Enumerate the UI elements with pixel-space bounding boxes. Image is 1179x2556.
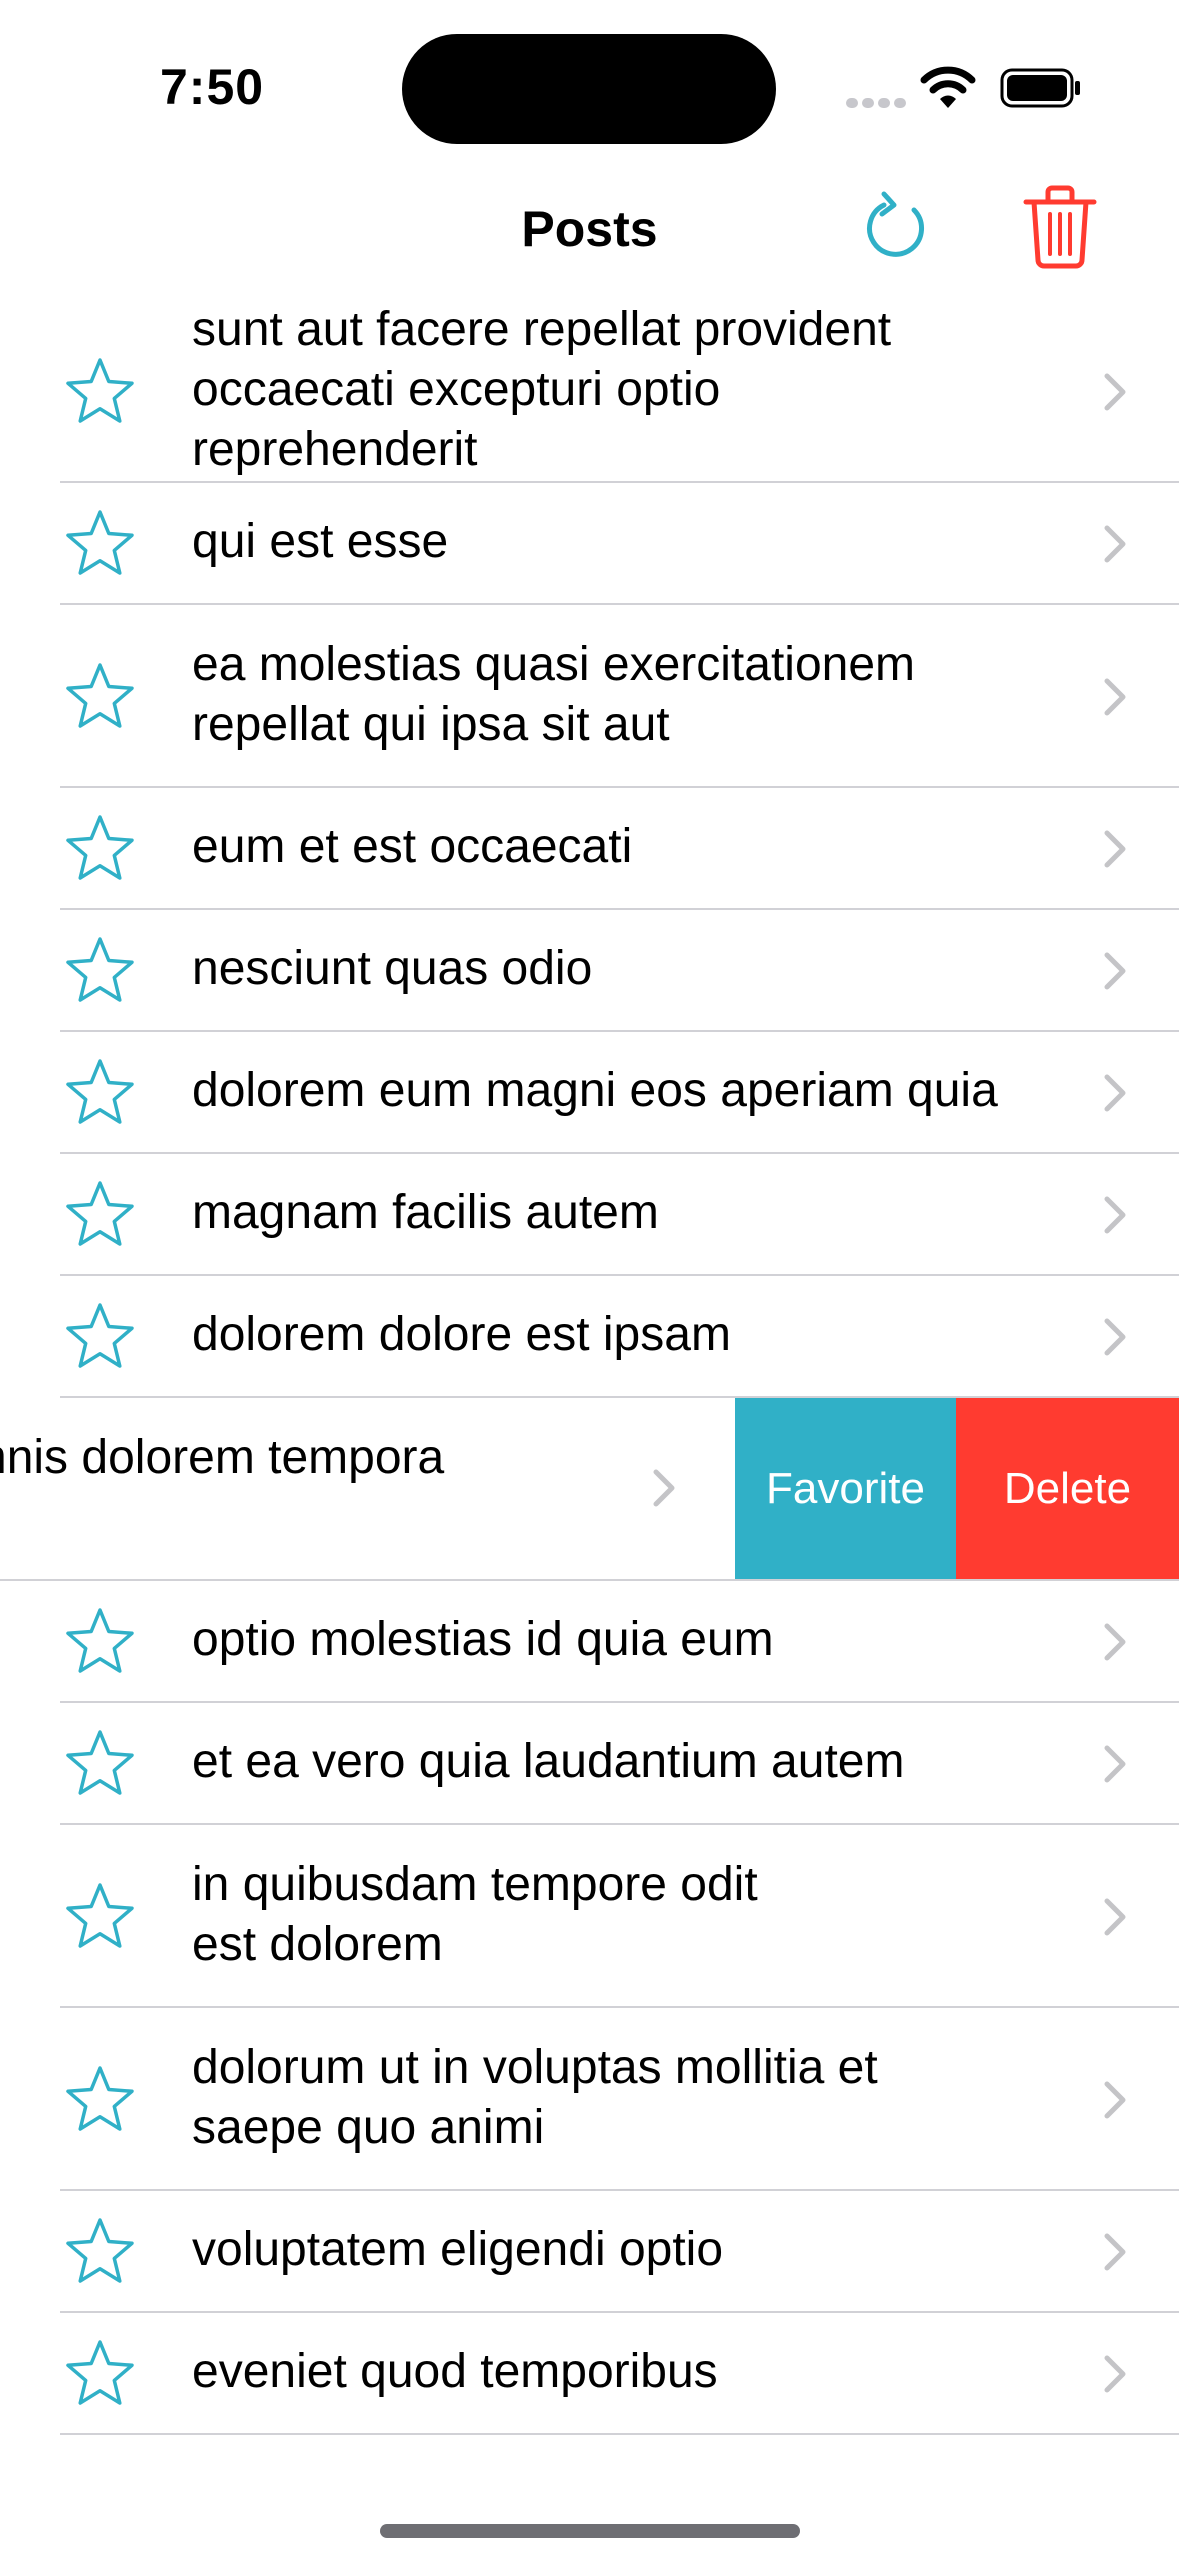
title-line: sunt aut facere repellat provident [192, 303, 892, 356]
title-line: et ea vero quia laudantium autem [192, 1735, 905, 1788]
star-outline-icon[interactable] [62, 1726, 138, 1802]
list-item-title: voluptatem eligendi optio [192, 2220, 1069, 2280]
chevron-right-icon [1101, 1742, 1129, 1786]
list-item-title: eveniet quod temporibus [192, 2342, 1069, 2402]
chevron-right-icon [1101, 675, 1129, 719]
home-indicator[interactable] [380, 2524, 800, 2538]
star-outline-icon[interactable] [62, 1299, 138, 1375]
list-item-title: ea molestias quasi exercitationem repella… [192, 635, 1069, 755]
title-line: dolorem eum magni eos aperiam quia [192, 1064, 998, 1117]
title-line: occaecati excepturi optio [192, 363, 721, 416]
list-item[interactable]: nesciunt quas odio [0, 910, 1179, 1032]
list-item[interactable]: sunt aut facere repellat provident occaec… [0, 300, 1179, 483]
chevron-right-icon [1101, 1071, 1129, 1115]
posts-list: sunt aut facere repellat provident occaec… [0, 300, 1179, 2435]
trash-icon[interactable] [1022, 184, 1098, 270]
wifi-icon [920, 66, 976, 108]
title-line: est dolorem [192, 1918, 443, 1971]
list-item[interactable]: qui est esse [0, 483, 1179, 605]
chevron-right-icon [1101, 2078, 1129, 2122]
battery-icon [1000, 68, 1080, 108]
status-time: 7:50 [160, 59, 265, 115]
title-line: nesciunt quas odio [192, 942, 593, 995]
chevron-right-icon [1101, 949, 1129, 993]
list-item[interactable]: optio molestias id quia eum [0, 1581, 1179, 1703]
star-outline-icon[interactable] [62, 354, 138, 430]
list-item-title: sunt aut facere repellat provident occaec… [192, 300, 1069, 480]
page-title: Posts [521, 201, 658, 257]
list-item-title: dolorem dolore est ipsam [192, 1305, 1069, 1365]
list-item-title: optio molestias id quia eum [192, 1610, 1069, 1670]
refresh-icon[interactable] [858, 188, 938, 268]
title-line: ea molestias quasi exercitationem [192, 638, 916, 691]
chevron-right-icon [1101, 522, 1129, 566]
chevron-right-icon [1101, 2352, 1129, 2396]
list-item-title: nesciunt quas odio [192, 939, 1069, 999]
title-line: eveniet quod temporibus [192, 2345, 718, 2398]
list-item-title: dolorum ut in voluptas mollitia et saepe … [192, 2038, 1069, 2158]
dynamic-island [402, 34, 776, 144]
title-line: tium [0, 1488, 644, 1548]
list-item-title: re omnis dolorem temporatium [0, 1428, 644, 1548]
chevron-right-icon [650, 1466, 678, 1510]
list-item[interactable]: dolorum ut in voluptas mollitia et saepe … [0, 2008, 1179, 2191]
title-line: dolorem dolore est ipsam [192, 1308, 731, 1361]
chevron-right-icon [1101, 370, 1129, 414]
star-outline-icon[interactable] [62, 1055, 138, 1131]
status-bar: 7:50 [0, 0, 1179, 170]
list-item[interactable]: voluptatem eligendi optio [0, 2191, 1179, 2313]
title-line: magnam facilis autem [192, 1186, 659, 1239]
list-item[interactable]: et ea vero quia laudantium autem [0, 1703, 1179, 1825]
list-item-title: eum et est occaecati [192, 817, 1069, 877]
star-outline-icon[interactable] [62, 1879, 138, 1955]
list-item[interactable]: in quibusdam tempore odit est dolorem [0, 1825, 1179, 2008]
chevron-right-icon [1101, 827, 1129, 871]
list-item[interactable]: ea molestias quasi exercitationem repella… [0, 605, 1179, 788]
navigation-bar: Posts [0, 170, 1179, 290]
list-item-title: dolorem eum magni eos aperiam quia [192, 1061, 1069, 1121]
list-item[interactable]: dolorem eum magni eos aperiam quia [0, 1032, 1179, 1154]
chevron-right-icon [1101, 1315, 1129, 1359]
list-item-title: et ea vero quia laudantium autem [192, 1732, 1069, 1792]
list-item-title: qui est esse [192, 512, 1069, 572]
star-outline-icon[interactable] [62, 811, 138, 887]
list-item[interactable]: eum et est occaecati [0, 788, 1179, 910]
title-line: optio molestias id quia eum [192, 1613, 774, 1666]
star-outline-icon[interactable] [62, 1177, 138, 1253]
list-item[interactable]: eveniet quod temporibus [0, 2313, 1179, 2435]
star-outline-icon[interactable] [62, 659, 138, 735]
star-outline-icon[interactable] [62, 506, 138, 582]
chevron-right-icon [1101, 1620, 1129, 1664]
star-outline-icon[interactable] [62, 933, 138, 1009]
star-outline-icon[interactable] [62, 1604, 138, 1680]
cellular-signal-icon [846, 95, 910, 113]
swiped-list-item[interactable]: re omnis dolorem temporatium FavoriteDele… [0, 1398, 1179, 1581]
chevron-right-icon [1101, 1895, 1129, 1939]
title-line: reprehenderit [192, 423, 478, 476]
list-item[interactable]: dolorem dolore est ipsam [0, 1276, 1179, 1398]
title-line: voluptatem eligendi optio [192, 2223, 724, 2276]
star-outline-icon[interactable] [62, 2336, 138, 2412]
star-outline-icon[interactable] [62, 2214, 138, 2290]
title-line: in quibusdam tempore odit [192, 1858, 758, 1911]
title-line: saepe quo animi [192, 2101, 545, 2154]
title-line: re omnis dolorem tempora [0, 1431, 445, 1484]
list-item[interactable]: magnam facilis autem [0, 1154, 1179, 1276]
delete-button[interactable]: Delete [956, 1398, 1179, 1579]
chevron-right-icon [1101, 1193, 1129, 1237]
list-item-title: in quibusdam tempore odit est dolorem [192, 1855, 1069, 1975]
star-outline-icon[interactable] [62, 2062, 138, 2138]
chevron-right-icon [1101, 2230, 1129, 2274]
title-line: eum et est occaecati [192, 820, 633, 873]
list-item-title: magnam facilis autem [192, 1183, 1069, 1243]
title-line: repellat qui ipsa sit aut [192, 698, 670, 751]
title-line: dolorum ut in voluptas mollitia et [192, 2041, 878, 2094]
title-line: qui est esse [192, 515, 449, 568]
favorite-button[interactable]: Favorite [735, 1398, 956, 1579]
